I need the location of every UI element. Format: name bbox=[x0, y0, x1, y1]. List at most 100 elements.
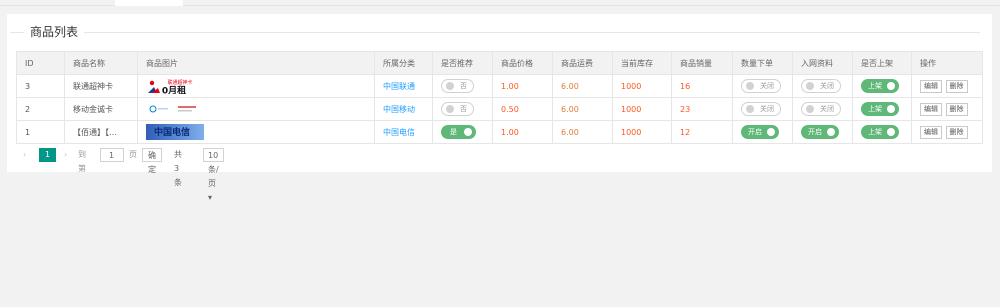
cell-shipping: 6.00 bbox=[552, 120, 613, 144]
cell-name: 联通超神卡 bbox=[64, 74, 138, 98]
toggle-label: 关闭 bbox=[760, 82, 774, 90]
cell-sales: 23 bbox=[671, 97, 733, 121]
network-info-toggle[interactable]: 关闭 bbox=[801, 79, 841, 93]
toggle-knob bbox=[806, 105, 814, 113]
qty-order-toggle[interactable]: 关闭 bbox=[741, 102, 781, 116]
edit-button[interactable]: 编辑 bbox=[920, 125, 942, 139]
cell-name: 移动金诚卡 bbox=[64, 97, 138, 121]
cell-network-info: 开启 bbox=[792, 120, 853, 144]
total-count: 共 3 条 bbox=[174, 150, 182, 187]
cell-qty-order: 关闭 bbox=[732, 74, 793, 98]
table-row: 2 移动金诚卡 中国移动 否 0.50 6.00 1000 23 关闭 关闭 上… bbox=[16, 97, 983, 121]
cell-listed: 上架 bbox=[852, 97, 912, 121]
image-caption: 联通超神卡 bbox=[167, 79, 192, 86]
page-unit-label: 页 bbox=[129, 150, 137, 159]
cell-id: 3 bbox=[16, 74, 65, 98]
top-tab-bar bbox=[0, 0, 1000, 6]
cell-shipping: 6.00 bbox=[552, 97, 613, 121]
toggle-label: 上架 bbox=[868, 128, 882, 136]
toggle-label: 关闭 bbox=[760, 105, 774, 113]
page-title: 商品列表 bbox=[24, 23, 85, 40]
toggle-knob bbox=[746, 82, 754, 90]
active-tab[interactable] bbox=[115, 0, 183, 6]
recommend-toggle[interactable]: 否 bbox=[441, 79, 474, 93]
cell-sales: 16 bbox=[671, 74, 733, 98]
col-header-name[interactable]: 商品名称 bbox=[64, 51, 138, 75]
svg-text:0月租: 0月租 bbox=[162, 85, 186, 95]
col-header-recommend[interactable]: 是否推荐 bbox=[432, 51, 493, 75]
delete-button[interactable]: 删除 bbox=[945, 102, 968, 116]
cell-actions: 编辑 删除 bbox=[911, 74, 983, 98]
cell-actions: 编辑 删除 bbox=[911, 97, 983, 121]
cell-id: 2 bbox=[16, 97, 65, 121]
cell-sales: 12 bbox=[671, 120, 733, 144]
per-page-select[interactable]: 10 条/页 ▾ bbox=[203, 148, 224, 202]
col-header-listed[interactable]: 是否上架 bbox=[852, 51, 912, 75]
qty-order-toggle[interactable]: 关闭 bbox=[741, 79, 781, 93]
col-header-id[interactable]: ID bbox=[16, 51, 65, 75]
delete-button[interactable]: 删除 bbox=[945, 125, 968, 139]
cell-qty-order: 关闭 bbox=[732, 97, 793, 121]
chevron-down-icon: ▾ bbox=[208, 193, 213, 202]
qty-order-toggle[interactable]: 开启 bbox=[741, 125, 779, 139]
network-info-toggle[interactable]: 开启 bbox=[801, 125, 839, 139]
table-row: 1 【佰通】【… 中国电信 中国电信 是 1.00 6.00 1000 12 开… bbox=[16, 120, 983, 144]
prev-page-icon[interactable]: ‹ bbox=[23, 148, 26, 162]
goto-page-input[interactable]: 1 bbox=[100, 148, 124, 162]
product-thumbnail[interactable]: 联通超神卡 0月租 bbox=[146, 78, 204, 94]
cell-image: 中国电信 bbox=[137, 120, 375, 144]
delete-button[interactable]: 删除 bbox=[945, 79, 968, 93]
listed-toggle[interactable]: 上架 bbox=[861, 102, 899, 116]
section-header: 商品列表 bbox=[10, 19, 980, 40]
cell-image bbox=[137, 97, 375, 121]
image-caption: 中国电信 bbox=[154, 126, 190, 138]
col-header-sales[interactable]: 商品销量 bbox=[671, 51, 733, 75]
cell-qty-order: 开启 bbox=[732, 120, 793, 144]
toggle-knob bbox=[746, 105, 754, 113]
col-header-stock[interactable]: 当前库存 bbox=[612, 51, 672, 75]
toggle-label: 开启 bbox=[748, 128, 762, 136]
cell-category[interactable]: 中国移动 bbox=[374, 97, 433, 121]
cell-category[interactable]: 中国电信 bbox=[374, 120, 433, 144]
cell-network-info: 关闭 bbox=[792, 97, 853, 121]
product-thumbnail[interactable] bbox=[146, 101, 204, 117]
col-header-price[interactable]: 商品价格 bbox=[492, 51, 553, 75]
next-page-icon[interactable]: › bbox=[64, 148, 67, 162]
toggle-knob bbox=[767, 128, 775, 136]
cell-recommend: 是 bbox=[432, 120, 493, 144]
toggle-label: 关闭 bbox=[820, 82, 834, 90]
mobile-card-image bbox=[149, 105, 196, 113]
table-row: 3 联通超神卡 联通超神卡 0月租 中国联通 否 1.00 6.00 1000 … bbox=[16, 74, 983, 98]
recommend-toggle[interactable]: 是 bbox=[441, 125, 476, 139]
cell-stock: 1000 bbox=[612, 120, 672, 144]
cell-network-info: 关闭 bbox=[792, 74, 853, 98]
toggle-knob bbox=[446, 105, 454, 113]
page-1-button[interactable]: 1 bbox=[39, 148, 56, 162]
col-header-category[interactable]: 所属分类 bbox=[374, 51, 433, 75]
cell-category[interactable]: 中国联通 bbox=[374, 74, 433, 98]
toggle-knob bbox=[887, 105, 895, 113]
toggle-label: 是 bbox=[450, 128, 457, 136]
cell-price: 1.00 bbox=[492, 120, 553, 144]
recommend-toggle[interactable]: 否 bbox=[441, 102, 474, 116]
toggle-label: 开启 bbox=[808, 128, 822, 136]
network-info-toggle[interactable]: 关闭 bbox=[801, 102, 841, 116]
col-header-image[interactable]: 商品图片 bbox=[137, 51, 375, 75]
cell-actions: 编辑 删除 bbox=[911, 120, 983, 144]
edit-button[interactable]: 编辑 bbox=[920, 102, 942, 116]
listed-toggle[interactable]: 上架 bbox=[861, 79, 899, 93]
cell-image: 联通超神卡 0月租 bbox=[137, 74, 375, 98]
per-page-value: 10 条/页 bbox=[208, 151, 219, 188]
toggle-label: 否 bbox=[460, 82, 467, 90]
cell-listed: 上架 bbox=[852, 74, 912, 98]
col-header-actions: 操作 bbox=[911, 51, 983, 75]
col-header-shipping[interactable]: 商品运费 bbox=[552, 51, 613, 75]
col-header-network-info[interactable]: 入网资料 bbox=[792, 51, 853, 75]
listed-toggle[interactable]: 上架 bbox=[861, 125, 899, 139]
cell-recommend: 否 bbox=[432, 74, 493, 98]
goto-confirm-button[interactable]: 确定 bbox=[142, 148, 162, 174]
cell-stock: 1000 bbox=[612, 97, 672, 121]
col-header-qty-order[interactable]: 数量下单 bbox=[732, 51, 793, 75]
edit-button[interactable]: 编辑 bbox=[920, 79, 942, 93]
product-thumbnail[interactable]: 中国电信 bbox=[146, 124, 204, 140]
